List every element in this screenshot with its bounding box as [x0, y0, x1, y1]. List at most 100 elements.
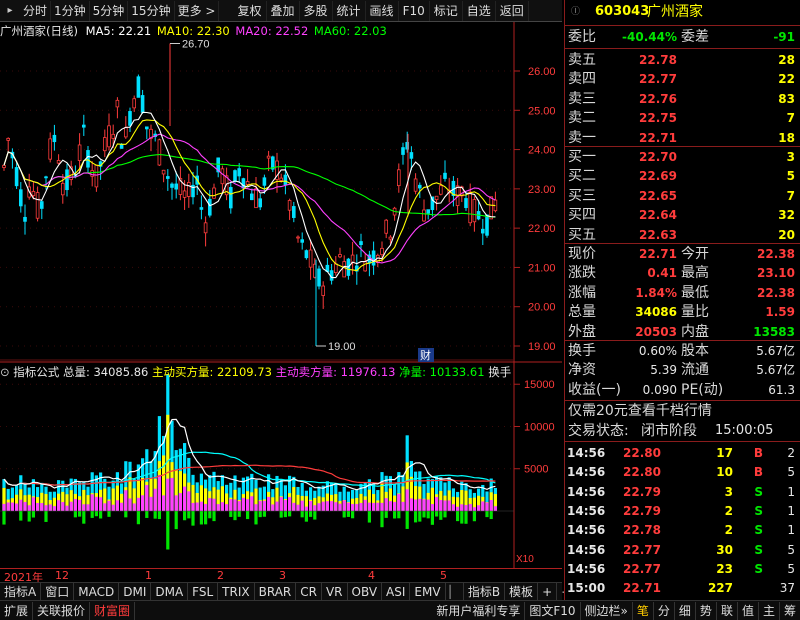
weibi-value: -40.44% [622, 30, 677, 44]
tab-emv[interactable]: EMV [410, 582, 446, 601]
status-icon-pen[interactable]: 笔 [633, 601, 654, 620]
f10-button[interactable]: F10 [399, 0, 430, 21]
vol-sell-bar [481, 501, 485, 511]
chevron-right-icon: > [205, 3, 216, 18]
status-sidebar[interactable]: 侧边栏» [581, 601, 633, 620]
status-icon-chou[interactable]: 筹 [780, 602, 800, 620]
fuquan-button[interactable]: 复权 [233, 0, 267, 21]
status-icon-shi[interactable]: 势 [696, 601, 717, 620]
tab-scroll-icon[interactable]: ▏ [446, 582, 464, 601]
kline-chart-area[interactable]: 26.00 25.00 24.00 23.00 22.00 21.00 20.00 19.00… [0, 22, 562, 568]
ask-row: 卖一 22.71 18 [565, 128, 800, 148]
status-expand[interactable]: 扩展 [0, 601, 34, 620]
vol-net-bar [426, 511, 430, 519]
promo-text[interactable]: 仅需20元查看千档行情 [568, 401, 712, 421]
status-icon-zhi[interactable]: 值 [738, 601, 759, 620]
tab-window[interactable]: 窗口 [41, 582, 75, 601]
tab-macd[interactable]: MACD [74, 582, 120, 601]
biaoji-button[interactable]: 标记 [430, 0, 463, 21]
candle-body [417, 184, 422, 189]
bid-row: 买三 22.65 7 [565, 186, 800, 206]
vol-sell-bar [44, 505, 48, 511]
price-tick-label: 20.00 [528, 302, 556, 314]
tab-dmi[interactable]: DMI [119, 582, 152, 601]
vol-net-bar [237, 511, 241, 517]
vol-net-bar [246, 511, 250, 520]
vol-sell-bar [309, 500, 313, 511]
candle-body [300, 239, 304, 243]
vol-net-bar [460, 511, 464, 524]
tab-zhibiao-b[interactable]: 指标B [464, 582, 506, 601]
duogu-button[interactable]: 多股 [300, 0, 333, 21]
zixuan-button[interactable]: 自选 [463, 0, 496, 21]
stat2-label: 股本 [681, 343, 709, 359]
vol-sell-bar [229, 499, 233, 511]
vol-net-bar [439, 511, 443, 520]
bid-volume: 3 [786, 150, 795, 164]
tab-add-button[interactable]: + [538, 582, 558, 601]
tab-asi[interactable]: ASI [382, 582, 411, 601]
vol-sell-bar [57, 500, 61, 511]
vol-sell-bar [2, 503, 6, 511]
vol-sell-bar [414, 499, 418, 511]
tab-brar[interactable]: BRAR [255, 582, 297, 601]
status-icon-xi[interactable]: 细 [675, 601, 696, 620]
ask-label: 卖二 [568, 110, 596, 127]
vol-sell-bar [359, 502, 363, 511]
vol-sell-bar [78, 499, 82, 511]
tick-price: 22.79 [623, 503, 661, 518]
huaxian-button[interactable]: 画线 [366, 0, 399, 21]
tick-side: B [753, 465, 763, 480]
vol-sell-bar [15, 503, 19, 511]
candle-body [90, 170, 95, 177]
status-icon-lian[interactable]: 联 [717, 601, 738, 620]
status-f10-text[interactable]: 图文F10 [525, 601, 581, 620]
divider [565, 25, 800, 26]
vol-sell-bar [351, 504, 355, 511]
indicator-name[interactable]: 指标公式 [13, 365, 59, 379]
tab-more[interactable]: 更多 > [175, 0, 220, 21]
menu-toggle-icon[interactable]: ▸ [0, 1, 20, 21]
vol-sell-bar [397, 493, 401, 511]
weicha-value: -91 [773, 30, 795, 44]
ask-row: 卖二 22.75 7 [565, 108, 800, 128]
status-icon-zhu[interactable]: 主 [759, 601, 780, 620]
stat-label: 量比 [681, 304, 709, 321]
promo-row[interactable]: 仅需20元查看千档行情 [565, 401, 800, 421]
tab-15min[interactable]: 15分钟 [128, 0, 175, 21]
tick-volume: 2 [724, 503, 733, 518]
tab-vr[interactable]: VR [322, 582, 348, 601]
tick-row: 14:56 22.78 2 S 1 [565, 520, 800, 540]
vol-net-bar [430, 511, 434, 525]
tab-template[interactable]: 模板 [505, 582, 539, 601]
kline-chart-svg[interactable]: 26.00 25.00 24.00 23.00 22.00 21.00 20.00 19.00… [0, 22, 562, 568]
tongji-button[interactable]: 统计 [333, 0, 366, 21]
tab-fenshi[interactable]: 分时 [20, 0, 52, 21]
tab-dma[interactable]: DMA [151, 582, 189, 601]
stock-info-icon[interactable]: Ⓘ [571, 2, 580, 22]
candle-body [186, 182, 191, 197]
stat2-label: 收益(一) [568, 381, 621, 398]
status-icon-fen[interactable]: 分 [654, 601, 675, 620]
back-button[interactable]: 返回 [496, 0, 529, 21]
collapse-icon[interactable]: ⊙ [0, 365, 10, 379]
vol-sell-bar [73, 499, 77, 511]
status-new-user-promo[interactable]: 新用户福利专享 [432, 601, 526, 620]
ma10-legend: MA10: 22.30 [156, 24, 230, 38]
tab-cr[interactable]: CR [296, 582, 322, 601]
candle-body [165, 176, 170, 179]
tab-5min[interactable]: 5分钟 [90, 0, 129, 21]
tab-zhibiao-a[interactable]: 指标A [0, 582, 42, 601]
tab-1min[interactable]: 1分钟 [51, 0, 90, 21]
tick-row: 15:00 22.71 227 37 [565, 578, 800, 598]
ask-price: 22.78 [639, 53, 677, 67]
tab-trix[interactable]: TRIX [218, 582, 255, 601]
vol-net-bar [2, 511, 6, 525]
tab-obv[interactable]: OBV [348, 582, 383, 601]
status-related-quote[interactable]: 关联报价 [33, 601, 91, 620]
diejia-button[interactable]: 叠加 [267, 0, 300, 21]
status-wealth-circle[interactable]: 财富圈 [90, 601, 136, 620]
candle-body [107, 125, 111, 148]
tab-fsl[interactable]: FSL [188, 582, 219, 601]
vol-sell-bar [346, 502, 350, 511]
